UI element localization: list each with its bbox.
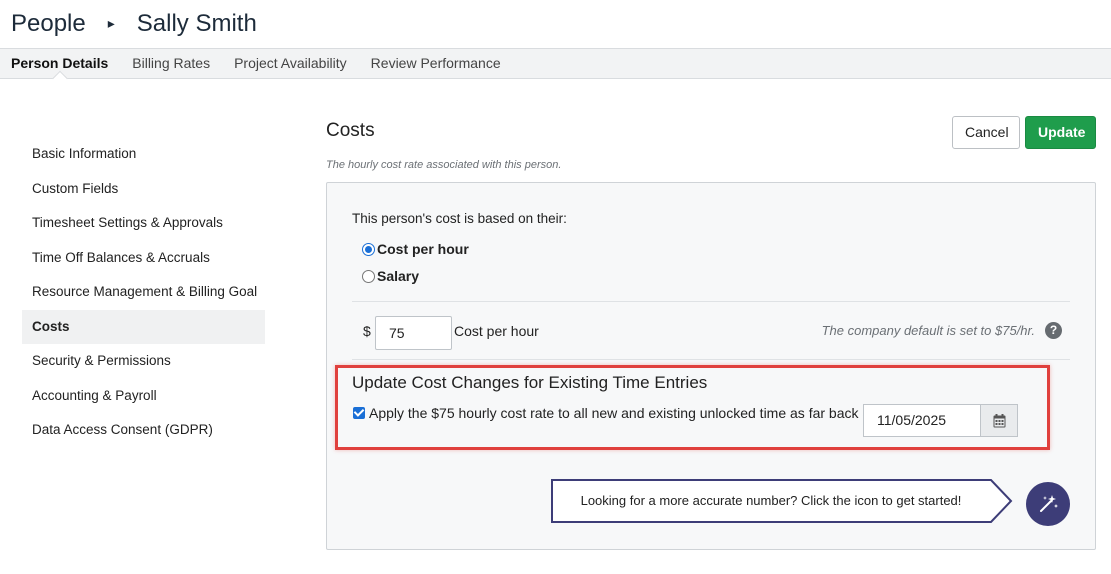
company-default-note: The company default is set to $75/hr.	[821, 323, 1035, 338]
breadcrumb-current: Sally Smith	[136, 10, 257, 37]
radio-salary[interactable]: Salary	[362, 268, 419, 284]
radio-cost-per-hour[interactable]: Cost per hour	[362, 241, 469, 257]
apply-rate-checkbox[interactable]	[353, 407, 365, 419]
tab-bar: Person Details Billing Rates Project Ava…	[0, 48, 1111, 79]
sidebar-item-data-access-consent[interactable]: Data Access Consent (GDPR)	[22, 413, 265, 448]
sidebar: Basic Information Custom Fields Timeshee…	[22, 137, 265, 448]
breadcrumb-root[interactable]: People	[11, 10, 86, 38]
currency-symbol: $	[363, 323, 371, 339]
sidebar-item-costs[interactable]: Costs	[22, 309, 265, 344]
sidebar-item-accounting-payroll[interactable]: Accounting & Payroll	[22, 379, 265, 414]
radio-salary-label: Salary	[377, 268, 420, 284]
tab-review-performance[interactable]: Review Performance	[359, 49, 513, 78]
divider	[352, 359, 1070, 360]
sidebar-item-custom-fields[interactable]: Custom Fields	[22, 172, 265, 207]
calendar-icon	[993, 413, 1005, 427]
help-icon[interactable]: ?	[1045, 322, 1062, 339]
apply-date-input[interactable]: 11/05/2025	[863, 404, 980, 437]
apply-rate-row: Apply the $75 hourly cost rate to all ne…	[353, 405, 877, 421]
divider	[352, 301, 1070, 302]
radio-unchecked-icon[interactable]	[362, 269, 375, 283]
costs-panel: This person's cost is based on their: Co…	[326, 182, 1096, 550]
sidebar-item-time-off-balances[interactable]: Time Off Balances & Accruals	[22, 241, 265, 276]
update-cost-changes-title: Update Cost Changes for Existing Time En…	[352, 373, 708, 392]
radio-checked-icon[interactable]	[362, 242, 375, 256]
radio-cost-per-hour-label: Cost per hour	[377, 241, 469, 257]
page-header: People ▸ Sally Smith	[0, 0, 1111, 48]
page-title: Costs	[326, 120, 375, 141]
sidebar-item-basic-information[interactable]: Basic Information	[22, 137, 265, 172]
calendar-button[interactable]	[980, 404, 1018, 437]
breadcrumb-separator-icon: ▸	[107, 14, 115, 31]
accuracy-callout: Looking for a more accurate number? Clic…	[551, 479, 1013, 523]
update-button[interactable]: Update	[1025, 116, 1096, 149]
callout-text: Looking for a more accurate number? Clic…	[580, 493, 962, 508]
sidebar-item-timesheet-settings[interactable]: Timesheet Settings & Approvals	[22, 206, 265, 241]
cost-per-hour-input[interactable]: 75	[375, 316, 452, 350]
tab-billing-rates[interactable]: Billing Rates	[120, 49, 222, 78]
sidebar-item-resource-management[interactable]: Resource Management & Billing Goal	[22, 275, 265, 310]
sidebar-item-security-permissions[interactable]: Security & Permissions	[22, 344, 265, 379]
cancel-button[interactable]: Cancel	[952, 116, 1020, 149]
section-subtitle: The hourly cost rate associated with thi…	[326, 159, 562, 171]
cost-basis-label: This person's cost is based on their:	[352, 211, 567, 226]
apply-rate-label[interactable]: Apply the $75 hourly cost rate to all ne…	[369, 405, 877, 421]
tab-project-availability[interactable]: Project Availability	[222, 49, 359, 78]
magic-wand-icon	[1040, 495, 1058, 512]
tab-person-details[interactable]: Person Details	[0, 49, 120, 78]
magic-wand-button[interactable]	[1026, 482, 1070, 526]
cost-unit-label: Cost per hour	[454, 323, 539, 339]
